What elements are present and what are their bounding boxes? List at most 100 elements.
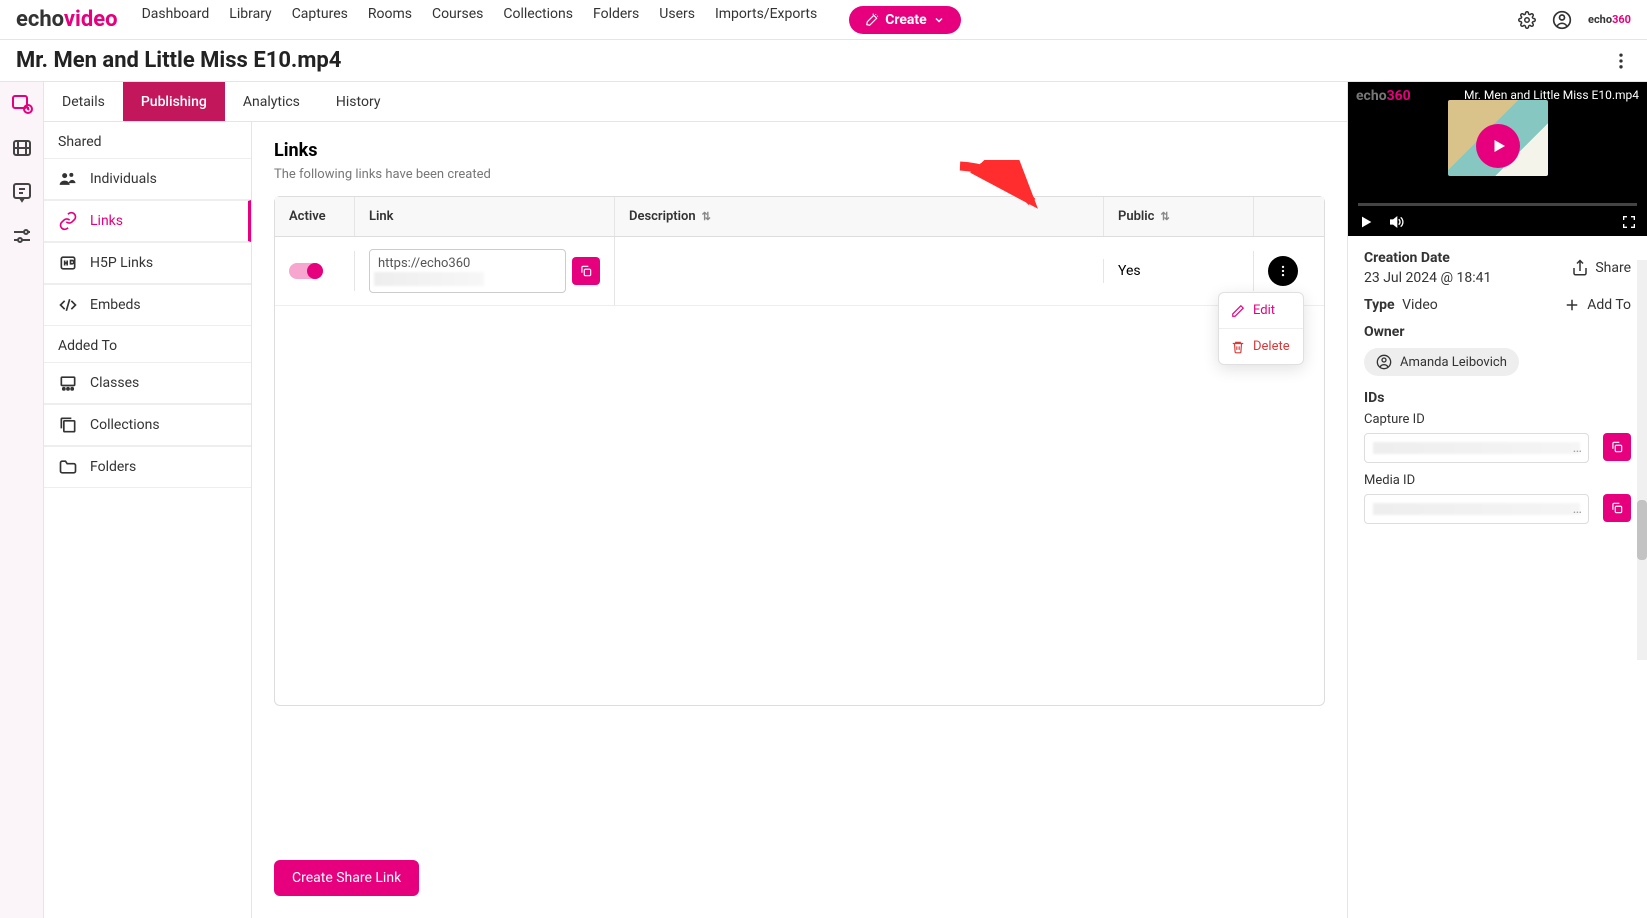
play-button[interactable]	[1476, 124, 1520, 168]
play-icon	[1490, 137, 1508, 155]
copy-media-id-button[interactable]	[1603, 494, 1631, 522]
add-to-label: Add To	[1587, 297, 1631, 313]
main: Details Publishing Analytics History Sha…	[0, 82, 1647, 918]
toggle-knob	[307, 263, 323, 279]
logo[interactable]: echovideo	[16, 7, 118, 32]
menu-item-label: Edit	[1253, 303, 1275, 318]
media-id-input[interactable]	[1364, 494, 1589, 524]
sort-icon: ⇅	[702, 210, 711, 223]
sidebar-item-embeds[interactable]: Embeds	[44, 284, 251, 326]
tab-publishing[interactable]: Publishing	[123, 82, 225, 121]
col-description[interactable]: Description ⇅	[615, 197, 1104, 236]
table-header: Active Link Description ⇅ Public⇅	[275, 197, 1324, 237]
sidebar-item-folders[interactable]: Folders	[44, 446, 251, 488]
owner-pill[interactable]: Amanda Leibovich	[1364, 348, 1519, 376]
tab-details[interactable]: Details	[44, 82, 123, 121]
fullscreen-icon[interactable]	[1621, 214, 1637, 230]
wand-icon	[865, 13, 879, 27]
top-nav: echovideo Dashboard Library Captures Roo…	[0, 0, 1647, 40]
logo-part1: echo	[16, 7, 64, 32]
play-small-icon[interactable]	[1358, 214, 1374, 230]
title-bar: Mr. Men and Little Miss E10.mp4	[0, 40, 1647, 82]
users-icon	[58, 169, 78, 189]
more-vertical-icon[interactable]	[1611, 51, 1631, 71]
nav-users[interactable]: Users	[659, 6, 695, 34]
copy-capture-id-button[interactable]	[1603, 433, 1631, 461]
cell-public: Yes	[1104, 251, 1254, 291]
col-public[interactable]: Public⇅	[1104, 197, 1254, 236]
create-share-link-button[interactable]: Create Share Link	[274, 860, 419, 896]
video-preview[interactable]: echo360 Mr. Men and Little Miss E10.mp4	[1348, 82, 1647, 236]
creation-date-label: Creation Date	[1364, 250, 1491, 266]
creation-date-value: 23 Jul 2024 @ 18:41	[1364, 270, 1491, 286]
col-link: Link	[355, 197, 615, 236]
share-label: Share	[1595, 260, 1631, 276]
copy-link-button[interactable]	[572, 257, 600, 285]
row-actions-menu: Edit Delete	[1218, 292, 1304, 365]
col-active: Active	[275, 197, 355, 236]
table-row: https://echo360 Yes	[275, 237, 1324, 306]
info-row-creation: Creation Date 23 Jul 2024 @ 18:41 Share	[1364, 250, 1631, 286]
media-id-field	[1364, 494, 1631, 524]
gear-icon[interactable]	[1518, 11, 1536, 29]
redacted-text	[374, 272, 484, 286]
logo-part2: video	[64, 7, 118, 32]
tab-analytics[interactable]: Analytics	[225, 82, 318, 121]
sidebar-item-label: Individuals	[90, 171, 157, 187]
col-actions	[1254, 197, 1324, 236]
nav-library[interactable]: Library	[229, 6, 271, 34]
tab-history[interactable]: History	[318, 82, 399, 121]
nav-folders[interactable]: Folders	[593, 6, 639, 34]
nav-imports-exports[interactable]: Imports/Exports	[715, 6, 817, 34]
sidebar-item-h5p-links[interactable]: H5P Links	[44, 242, 251, 284]
row-actions-button[interactable]: Edit Delete	[1268, 256, 1298, 286]
sidebar-item-classes[interactable]: Classes	[44, 362, 251, 404]
sort-icon: ⇅	[1160, 210, 1169, 223]
rail-film-icon[interactable]	[10, 136, 34, 160]
cell-active	[275, 251, 355, 291]
progress-bar[interactable]	[1358, 203, 1637, 206]
content-column: Details Publishing Analytics History Sha…	[44, 82, 1347, 918]
classes-icon	[58, 373, 78, 393]
rail-sliders-icon[interactable]	[10, 224, 34, 248]
menu-item-delete[interactable]: Delete	[1219, 329, 1303, 364]
user-circle-icon[interactable]	[1552, 10, 1572, 30]
sidebar-item-individuals[interactable]: Individuals	[44, 158, 251, 200]
rail-transcript-icon[interactable]	[10, 180, 34, 204]
sidebar-item-label: Classes	[90, 375, 139, 391]
copy-icon	[1610, 440, 1624, 454]
nav-rooms[interactable]: Rooms	[368, 6, 412, 34]
tabs: Details Publishing Analytics History	[44, 82, 1347, 122]
col-description-label: Description	[629, 209, 696, 224]
redacted-text	[1373, 503, 1580, 515]
rail-media-icon[interactable]	[10, 92, 34, 116]
nav-dashboard[interactable]: Dashboard	[142, 6, 210, 34]
nav-courses[interactable]: Courses	[432, 6, 483, 34]
scrollbar-thumb[interactable]	[1637, 500, 1647, 560]
volume-icon[interactable]	[1388, 214, 1404, 230]
trash-icon	[1231, 340, 1245, 354]
share-action[interactable]: Share	[1571, 259, 1631, 277]
link-url-field[interactable]: https://echo360	[369, 249, 566, 293]
capture-id-input[interactable]	[1364, 433, 1589, 463]
sidebar-item-links[interactable]: Links	[44, 200, 251, 242]
add-to-action[interactable]: Add To	[1563, 296, 1631, 314]
folder-icon	[58, 457, 78, 477]
type-value: Video	[1402, 297, 1438, 313]
active-toggle[interactable]	[289, 263, 323, 279]
nav-collections[interactable]: Collections	[503, 6, 573, 34]
cell-actions: Edit Delete	[1254, 244, 1324, 298]
type-label: Type	[1364, 297, 1395, 313]
sidebar-item-label: Links	[90, 213, 123, 229]
nav-captures[interactable]: Captures	[292, 6, 348, 34]
copy-icon	[1610, 501, 1624, 515]
code-icon	[58, 295, 78, 315]
menu-item-edit[interactable]: Edit	[1219, 293, 1303, 329]
info-row-type: Type Video Add To	[1364, 296, 1631, 314]
scrollbar[interactable]	[1637, 260, 1647, 660]
mini-logo[interactable]: echo360	[1588, 13, 1631, 26]
sidebar-item-collections[interactable]: Collections	[44, 404, 251, 446]
panel-subheading: The following links have been created	[274, 167, 1325, 182]
user-circle-icon	[1376, 354, 1392, 370]
create-button[interactable]: Create	[849, 6, 961, 34]
